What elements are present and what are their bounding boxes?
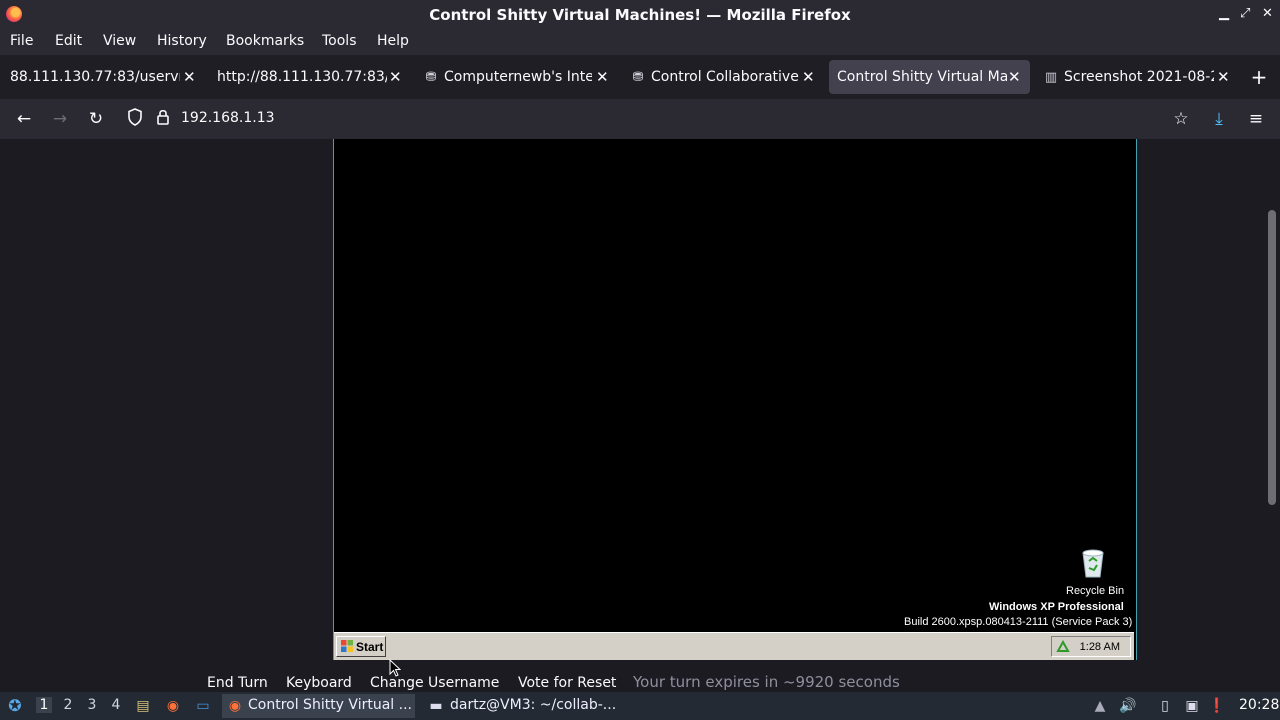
start-button[interactable]: Start (336, 636, 386, 657)
tab-computernewb[interactable]: ⛃ Computernewb's Intern ✕ (414, 60, 619, 94)
tab-label: Screenshot 2021-08-2 (1064, 69, 1214, 85)
maximize-icon[interactable]: ⤢ (1240, 6, 1250, 21)
tab-http[interactable]: http://88.111.130.77:83/u ✕ (207, 60, 412, 94)
reload-icon[interactable]: ↻ (85, 108, 107, 130)
tab-collaborative[interactable]: ⛃ Control Collaborative V ✕ (621, 60, 826, 94)
back-icon[interactable]: ← (13, 108, 35, 130)
close-tab-icon[interactable]: ✕ (596, 68, 609, 86)
menu-history[interactable]: History (157, 33, 207, 49)
menu-bookmarks[interactable]: Bookmarks (226, 33, 304, 49)
url-bar[interactable]: 192.168.1.13 (181, 110, 275, 126)
turn-status: Your turn expires in ~9920 seconds (633, 673, 900, 691)
close-window-icon[interactable]: ✕ (1262, 6, 1273, 21)
lock-icon[interactable] (152, 108, 174, 130)
firefox-icon: ◉ (228, 698, 242, 714)
desktop-taskbar: ✪ 1 2 3 4 ▤ ◉ ▭ ◉ Control Shitty Virtual… (0, 692, 1280, 720)
notification-icon[interactable]: ❗ (1208, 697, 1226, 715)
system-tray: 1:28 AM (1051, 636, 1131, 657)
minimize-icon[interactable]: ▁ (1219, 6, 1229, 21)
system-clock: 20:28 (1239, 697, 1280, 713)
tab-label: 88.111.130.77:83/uservm (10, 69, 180, 85)
firefox-launcher-icon[interactable]: ◉ (164, 697, 182, 715)
close-tab-icon[interactable]: ✕ (183, 68, 196, 86)
window-title: Control Shitty Virtual Machines! — Mozil… (429, 6, 851, 24)
tab-screenshot[interactable]: ▥ Screenshot 2021-08-2 ✕ (1034, 60, 1239, 94)
terminal-launcher-icon[interactable]: ▭ (194, 697, 212, 715)
window-titlebar: Control Shitty Virtual Machines! — Mozil… (0, 0, 1280, 29)
site-icon: ⛃ (425, 70, 437, 85)
tab-shitty-vms[interactable]: Control Shitty Virtual Mac ✕ (829, 60, 1030, 94)
vm-screen[interactable] (333, 139, 1137, 660)
file-manager-icon[interactable]: ▤ (134, 697, 152, 715)
vm-clock: 1:28 AM (1079, 641, 1120, 653)
close-tab-icon[interactable]: ✕ (1217, 68, 1230, 86)
keyboard-button[interactable]: Keyboard (286, 675, 352, 691)
menu-bar: File Edit View History Bookmarks Tools H… (0, 29, 1280, 55)
change-username-button[interactable]: Change Username (370, 675, 499, 691)
volume-icon[interactable]: 🔊 (1119, 697, 1137, 715)
os-name: Windows XP Professional (989, 601, 1124, 613)
task-terminal[interactable]: ▬ dartz@VM3: ~/collab-... (424, 694, 619, 718)
tab-label: http://88.111.130.77:83/u (217, 69, 387, 85)
task-label: Control Shitty Virtual ... (248, 697, 412, 713)
download-icon[interactable]: ⤓ (1208, 108, 1230, 130)
start-label: Start (356, 640, 384, 654)
task-firefox[interactable]: ◉ Control Shitty Virtual ... (222, 694, 415, 718)
terminal-icon: ▬ (429, 698, 443, 714)
workspace-3[interactable]: 3 (84, 697, 100, 713)
image-icon: ▥ (1044, 70, 1058, 85)
start-menu-icon[interactable]: ✪ (6, 697, 24, 715)
workspace-4[interactable]: 4 (108, 697, 124, 713)
network-icon[interactable]: ▣ (1183, 697, 1201, 715)
recycle-bin-icon[interactable] (1080, 548, 1106, 578)
tab-label: Control Collaborative V (651, 69, 799, 85)
menu-file[interactable]: File (10, 33, 33, 49)
tab-bar: 88.111.130.77:83/uservm ✕ http://88.111.… (0, 55, 1280, 99)
shield-icon[interactable] (124, 108, 146, 130)
clipboard-icon[interactable]: ▯ (1156, 697, 1174, 715)
xp-taskbar: Start 1:28 AM (334, 632, 1134, 660)
close-tab-icon[interactable]: ✕ (389, 68, 402, 86)
tab-uservm[interactable]: 88.111.130.77:83/uservm ✕ (0, 60, 205, 94)
bookmark-star-icon[interactable]: ☆ (1170, 108, 1192, 130)
forward-icon[interactable]: → (49, 108, 71, 130)
menu-help[interactable]: Help (377, 33, 409, 49)
close-tab-icon[interactable]: ✕ (802, 68, 815, 86)
workspace-1[interactable]: 1 (36, 697, 52, 713)
workspace-2[interactable]: 2 (60, 697, 76, 713)
tab-label: Control Shitty Virtual Mac (837, 69, 1007, 85)
menu-view[interactable]: View (103, 33, 136, 49)
os-build: Build 2600.xpsp.080413-2111 (Service Pac… (904, 616, 1133, 628)
end-turn-button[interactable]: End Turn (207, 675, 268, 691)
menu-tools[interactable]: Tools (322, 33, 357, 49)
tab-label: Computernewb's Intern (444, 69, 592, 85)
page-scrollbar[interactable] (1268, 210, 1276, 505)
windows-flag-icon (341, 640, 353, 652)
task-label: dartz@VM3: ~/collab-... (450, 697, 617, 713)
new-tab-icon[interactable]: + (1248, 66, 1270, 88)
recycle-bin-label: Recycle Bin (1066, 585, 1125, 597)
nav-bar: ← → ↻ 192.168.1.13 ☆ ⤓ ≡ (0, 99, 1280, 139)
vote-reset-button[interactable]: Vote for Reset (518, 675, 616, 691)
tray-arrow-icon[interactable]: ▲ (1091, 697, 1109, 715)
site-icon: ⛃ (632, 70, 644, 85)
menu-edit[interactable]: Edit (55, 33, 82, 49)
hamburger-menu-icon[interactable]: ≡ (1245, 108, 1267, 130)
close-tab-icon[interactable]: ✕ (1008, 68, 1021, 86)
tray-recycle-icon[interactable] (1056, 640, 1070, 653)
